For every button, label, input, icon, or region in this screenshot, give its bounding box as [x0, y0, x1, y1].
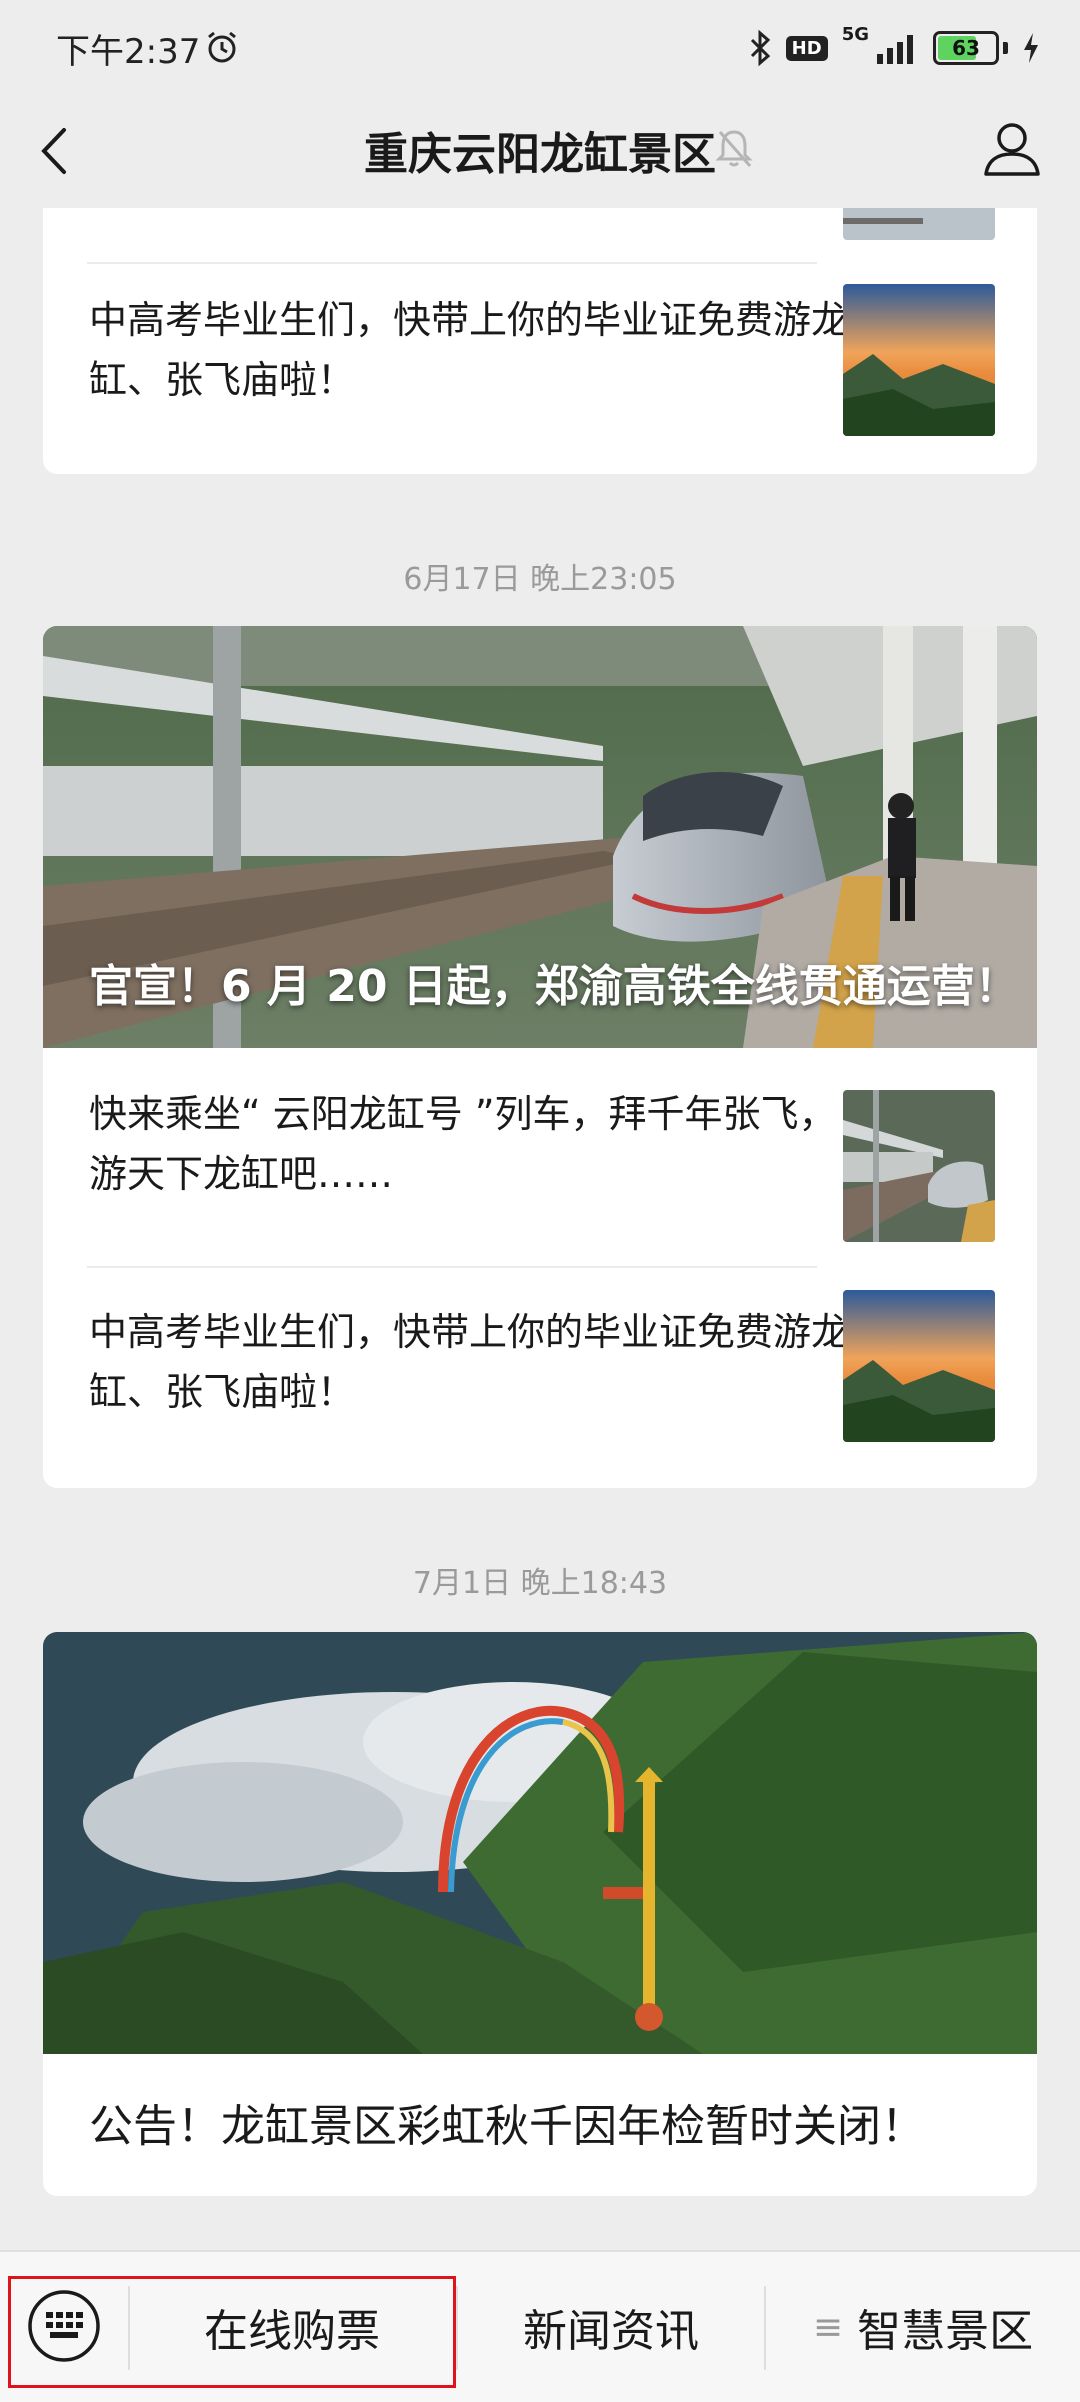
article-thumbnail: [843, 1290, 995, 1442]
bluetooth-icon: [750, 30, 770, 66]
nav-bar: 重庆云阳龙缸景区: [0, 96, 1080, 208]
charging-icon: [1024, 33, 1038, 63]
message-feed[interactable]: 中高考毕业生们，快带上你的毕业证免费游龙缸、张飞庙啦！ 6月17日 晚上23:0…: [0, 208, 1080, 2250]
battery-level: 63: [952, 36, 980, 60]
hero-article[interactable]: 官宣！6 月 20 日起，郑渝高铁全线贯通运营！: [43, 626, 1037, 1048]
article-title: 中高考毕业生们，快带上你的毕业证免费游龙缸、张飞庙啦！: [89, 298, 850, 402]
menu-item-news[interactable]: 新闻资讯: [458, 2252, 764, 2402]
article-card[interactable]: 公告！龙缸景区彩虹秋千因年检暂时关闭！: [43, 1632, 1037, 2196]
status-time: 下午2:37: [56, 32, 201, 72]
status-indicators: HD 5G 63: [748, 24, 1040, 72]
article-title: 快来乘坐“ 云阳龙缸号 ”列车，拜千年张飞，游天下龙缸吧……: [89, 1092, 837, 1196]
article-thumbnail: [843, 284, 995, 436]
battery-indicator: 63: [933, 31, 999, 65]
person-icon[interactable]: [980, 116, 1044, 180]
hd-badge: HD: [785, 35, 828, 61]
article-title: 中高考毕业生们，快带上你的毕业证免费游龙缸、张飞庙啦！: [89, 1310, 850, 1414]
article-thumbnail: [843, 208, 995, 240]
message-timestamp: 6月17日 晚上23:05: [403, 562, 677, 597]
signal-icon: [877, 35, 913, 64]
article-row[interactable]: 快来乘坐“ 云阳龙缸号 ”列车，拜千年张飞，游天下龙缸吧……: [43, 1048, 1037, 1244]
menu-item-label: 智慧景区: [857, 2306, 1034, 2357]
menu-item-smart-scenic[interactable]: ≡ 智慧景区: [766, 2252, 1080, 2402]
article-card: 中高考毕业生们，快带上你的毕业证免费游龙缸、张飞庙啦！: [43, 208, 1037, 474]
hero-image: [43, 1632, 1037, 2054]
menu-item-label: 新闻资讯: [523, 2306, 699, 2357]
message-timestamp: 7月1日 晚上18:43: [412, 1566, 668, 1601]
article-row[interactable]: 中高考毕业生们，快带上你的毕业证免费游龙缸、张飞庙啦！: [43, 262, 1037, 458]
submenu-icon: ≡: [812, 2306, 844, 2348]
network-label: 5G: [841, 24, 869, 45]
article-row[interactable]: 中高考毕业生们，快带上你的毕业证免费游龙缸、张飞庙啦！: [43, 1266, 1037, 1488]
bell-muted-icon: [715, 130, 753, 167]
status-bar: 下午2:37 HD 5G 63: [0, 0, 1080, 96]
article-thumbnail: [843, 1090, 995, 1242]
article-card: 官宣！6 月 20 日起，郑渝高铁全线贯通运营！ 快来乘坐“ 云阳龙缸号 ”列车…: [43, 626, 1037, 1488]
article-title: 公告！龙缸景区彩虹秋千因年检暂时关闭！: [89, 2101, 925, 2152]
hero-article-title: 官宣！6 月 20 日起，郑渝高铁全线贯通运营！: [89, 961, 1019, 1012]
page-title: 重庆云阳龙缸景区: [364, 129, 716, 180]
hero-article: [43, 1632, 1037, 2054]
alarm-clock-icon: [208, 31, 236, 63]
highlight-annotation: [8, 2276, 456, 2388]
